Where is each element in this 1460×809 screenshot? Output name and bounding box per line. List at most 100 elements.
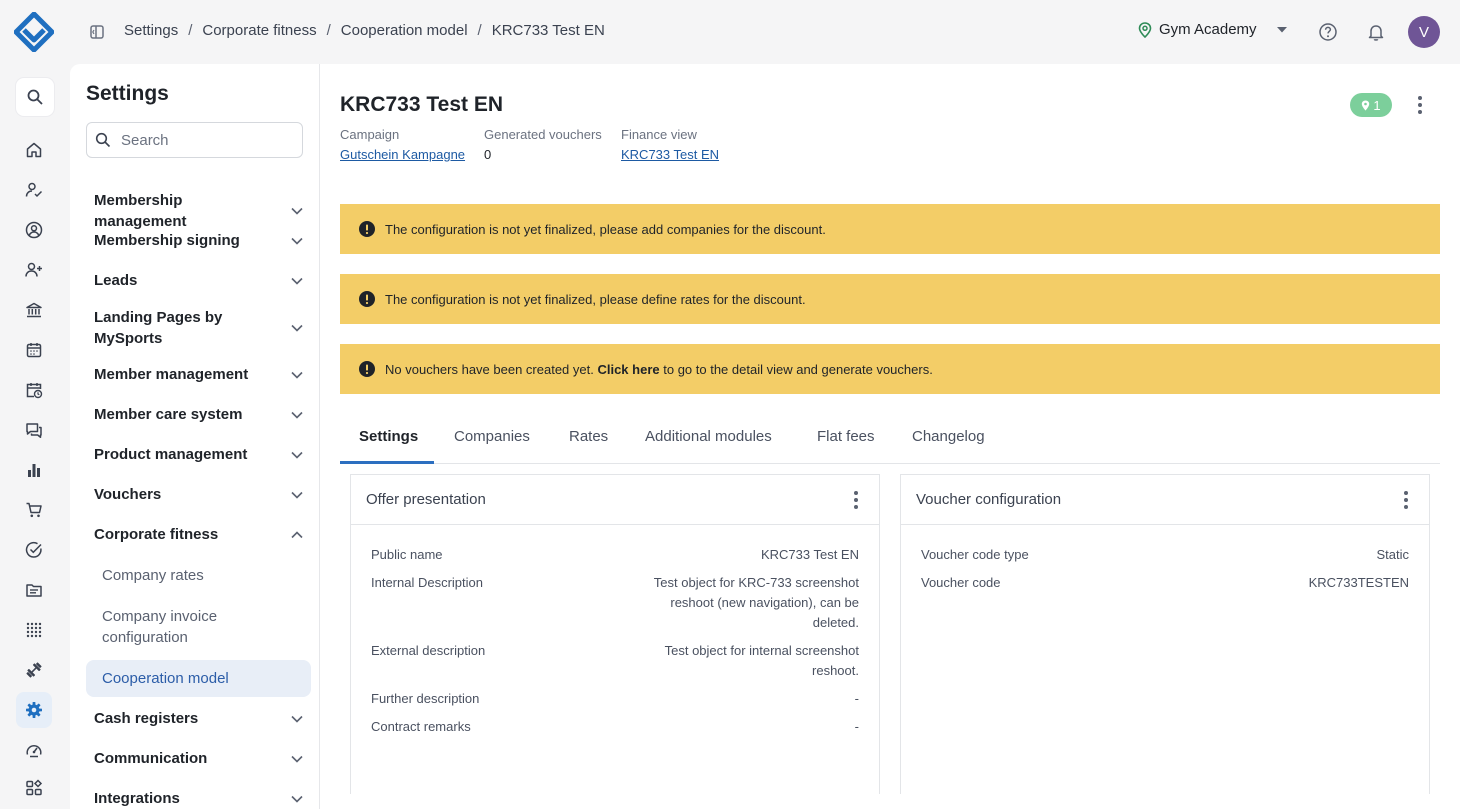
- top-bar: Settings / Corporate fitness / Cooperati…: [0, 0, 1460, 64]
- rail-finance[interactable]: [16, 292, 52, 328]
- more-options-icon[interactable]: [848, 490, 864, 510]
- field-value: Test object for KRC-733 screenshot resho…: [653, 575, 859, 630]
- card-header: Voucher configuration: [901, 475, 1429, 525]
- click-here-link[interactable]: Click here: [597, 362, 659, 377]
- nav-label: Integrations: [94, 790, 180, 807]
- rail-home[interactable]: [16, 132, 52, 168]
- meta-label: Finance view: [621, 127, 697, 142]
- nav-landing-pages[interactable]: Landing Pages by MySports: [86, 307, 311, 349]
- nav-sub-label: Company rates: [102, 567, 204, 584]
- field-value: KRC733TESTEN: [1308, 575, 1409, 590]
- gauge-icon: [26, 744, 42, 758]
- nav-member-care-system[interactable]: Member care system: [86, 404, 311, 425]
- field-label: Internal Description: [371, 575, 483, 590]
- nav-membership-signing[interactable]: Membership signing: [86, 230, 311, 251]
- nav-leads[interactable]: Leads: [86, 270, 311, 291]
- bell-icon[interactable]: [1366, 22, 1386, 42]
- more-options-icon[interactable]: [1410, 94, 1430, 116]
- alert-text: No vouchers have been created yet. Click…: [385, 362, 933, 377]
- warning-alert: No vouchers have been created yet. Click…: [340, 344, 1440, 394]
- finance-view-link[interactable]: KRC733 Test EN: [621, 146, 719, 164]
- rail-appointments[interactable]: [16, 372, 52, 408]
- field-label: External description: [371, 643, 486, 658]
- nav-corporate-fitness[interactable]: Corporate fitness: [86, 524, 311, 545]
- sidebar-title: Settings: [86, 82, 169, 105]
- widgets-icon: [26, 779, 43, 796]
- sidebar-toggle-icon[interactable]: [89, 24, 105, 40]
- active-tab-indicator: [340, 461, 434, 464]
- breadcrumb-settings[interactable]: Settings: [124, 22, 178, 39]
- nav-cash-registers[interactable]: Cash registers: [86, 708, 311, 729]
- rail-calendar[interactable]: [16, 332, 52, 368]
- tab-flat-fees[interactable]: Flat fees: [817, 428, 875, 459]
- nav-sub-company-invoice-configuration[interactable]: Company invoice configuration: [86, 606, 266, 648]
- user-plus-icon: [25, 262, 42, 277]
- field-value: Test object for internal screenshot resh…: [664, 643, 859, 678]
- nav-sub-cooperation-model[interactable]: Cooperation model: [86, 660, 311, 697]
- field-label: Contract remarks: [371, 719, 471, 734]
- breadcrumb-current: KRC733 Test EN: [491, 22, 605, 39]
- nav-product-management[interactable]: Product management: [86, 444, 311, 465]
- field-row: Further description -: [371, 689, 859, 709]
- rail-shop[interactable]: [16, 492, 52, 528]
- caret-down-icon: [1276, 26, 1287, 32]
- rail-analytics[interactable]: [16, 452, 52, 488]
- breadcrumb-corporate-fitness[interactable]: Corporate fitness: [202, 22, 316, 39]
- app-logo[interactable]: [14, 12, 54, 52]
- alert-icon: [359, 291, 375, 307]
- cart-icon: [26, 502, 42, 518]
- tab-bar: Settings Companies Rates Additional modu…: [340, 416, 1440, 464]
- rail-members[interactable]: [16, 212, 52, 248]
- avatar[interactable]: V: [1408, 16, 1440, 48]
- sidebar-search[interactable]: [86, 122, 303, 158]
- rail-documents[interactable]: [16, 572, 52, 608]
- meta-label: Generated vouchers: [484, 127, 602, 142]
- rail-settings[interactable]: [16, 692, 52, 728]
- chevron-down-icon: [291, 411, 303, 419]
- chevron-down-icon: [291, 207, 303, 215]
- rail-training[interactable]: [16, 652, 52, 688]
- chevron-down-icon: [291, 277, 303, 285]
- rail-messages[interactable]: [16, 412, 52, 448]
- alert-icon: [359, 221, 375, 237]
- tab-companies[interactable]: Companies: [454, 428, 530, 459]
- chevron-down-icon: [291, 491, 303, 499]
- chevron-down-icon: [291, 715, 303, 723]
- user-check-icon: [25, 182, 43, 198]
- nav-membership-management[interactable]: Membership management: [86, 190, 311, 232]
- location-badge[interactable]: 1: [1350, 93, 1392, 117]
- dumbbell-icon: [26, 662, 42, 678]
- rail-widgets[interactable]: [16, 770, 52, 806]
- nav-member-management[interactable]: Member management: [86, 364, 311, 385]
- location-pin-icon: [1362, 100, 1370, 110]
- rail-dashboard[interactable]: [16, 732, 52, 768]
- card-title: Offer presentation: [366, 491, 486, 508]
- field-row: Voucher code KRC733TESTEN: [921, 573, 1409, 593]
- alert-text: The configuration is not yet finalized, …: [385, 221, 826, 237]
- tab-rates[interactable]: Rates: [569, 428, 608, 459]
- rail-search-button[interactable]: [16, 78, 54, 116]
- voucher-configuration-card: Voucher configuration Voucher code type …: [900, 474, 1430, 794]
- tab-additional-modules[interactable]: Additional modules: [645, 428, 772, 459]
- nav-label: Leads: [94, 272, 138, 289]
- rail-tasks[interactable]: [16, 532, 52, 568]
- tab-changelog[interactable]: Changelog: [912, 428, 985, 459]
- breadcrumb-cooperation-model[interactable]: Cooperation model: [341, 22, 468, 39]
- card-header: Offer presentation: [351, 475, 879, 525]
- rail-check-in[interactable]: [16, 172, 52, 208]
- check-circle-icon: [25, 541, 42, 558]
- campaign-link[interactable]: Gutschein Kampagne: [340, 146, 465, 164]
- sidebar-search-input[interactable]: [121, 131, 281, 149]
- rail-apps[interactable]: [16, 612, 52, 648]
- nav-integrations[interactable]: Integrations: [86, 788, 311, 809]
- bank-icon: [26, 302, 42, 318]
- tab-settings[interactable]: Settings: [359, 428, 418, 459]
- help-icon[interactable]: [1318, 22, 1338, 42]
- more-options-icon[interactable]: [1398, 490, 1414, 510]
- nav-vouchers[interactable]: Vouchers: [86, 484, 311, 505]
- rail-leads[interactable]: [16, 252, 52, 288]
- studio-selector[interactable]: Gym Academy: [1138, 21, 1288, 38]
- nav-sub-company-rates[interactable]: Company rates: [86, 565, 311, 586]
- nav-communication[interactable]: Communication: [86, 748, 311, 769]
- chevron-down-icon: [291, 237, 303, 245]
